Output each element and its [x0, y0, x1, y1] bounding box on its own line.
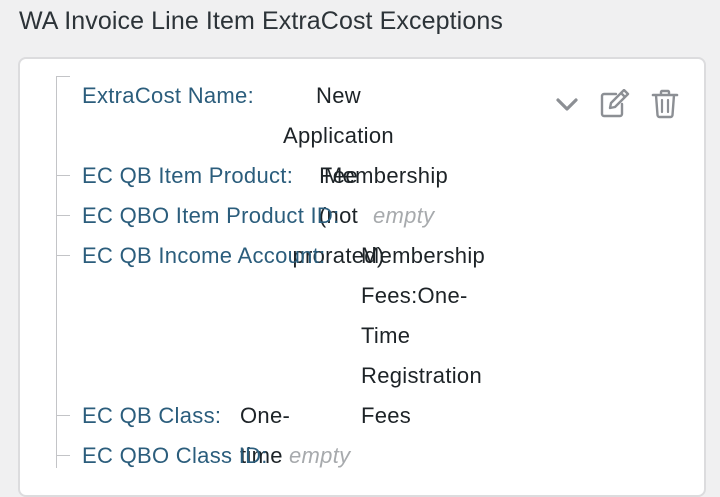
field-label: EC QB Item Product:	[82, 163, 294, 188]
tree-connector	[56, 436, 70, 456]
trash-icon	[651, 89, 679, 119]
field-label: EC QBO Class ID:	[82, 443, 268, 468]
field-value-empty: empty	[289, 443, 351, 468]
tree-connector	[56, 156, 70, 176]
field-label: EC QBO Item Product ID:	[82, 203, 340, 228]
field-label: ExtraCost Name:	[82, 83, 254, 108]
tree-connector	[56, 196, 70, 216]
field-label: EC QB Class:	[82, 403, 222, 428]
page-title: WA Invoice Line Item ExtraCost Exception…	[19, 7, 503, 35]
field-value: Membership Fees:One-Time Registration Fe…	[361, 243, 486, 428]
field-label: EC QB Income Account:	[82, 243, 326, 268]
expand-button[interactable]	[550, 87, 584, 121]
chevron-down-icon	[556, 98, 578, 111]
tree-connector	[56, 396, 70, 416]
delete-button[interactable]	[648, 87, 682, 121]
edit-button[interactable]	[598, 87, 632, 121]
edit-icon	[600, 89, 630, 118]
tree-connector	[56, 236, 70, 256]
tree-connector	[56, 76, 70, 98]
field-value-empty: empty	[373, 203, 435, 228]
field-value: Membership	[324, 163, 449, 188]
row-actions	[550, 87, 685, 123]
